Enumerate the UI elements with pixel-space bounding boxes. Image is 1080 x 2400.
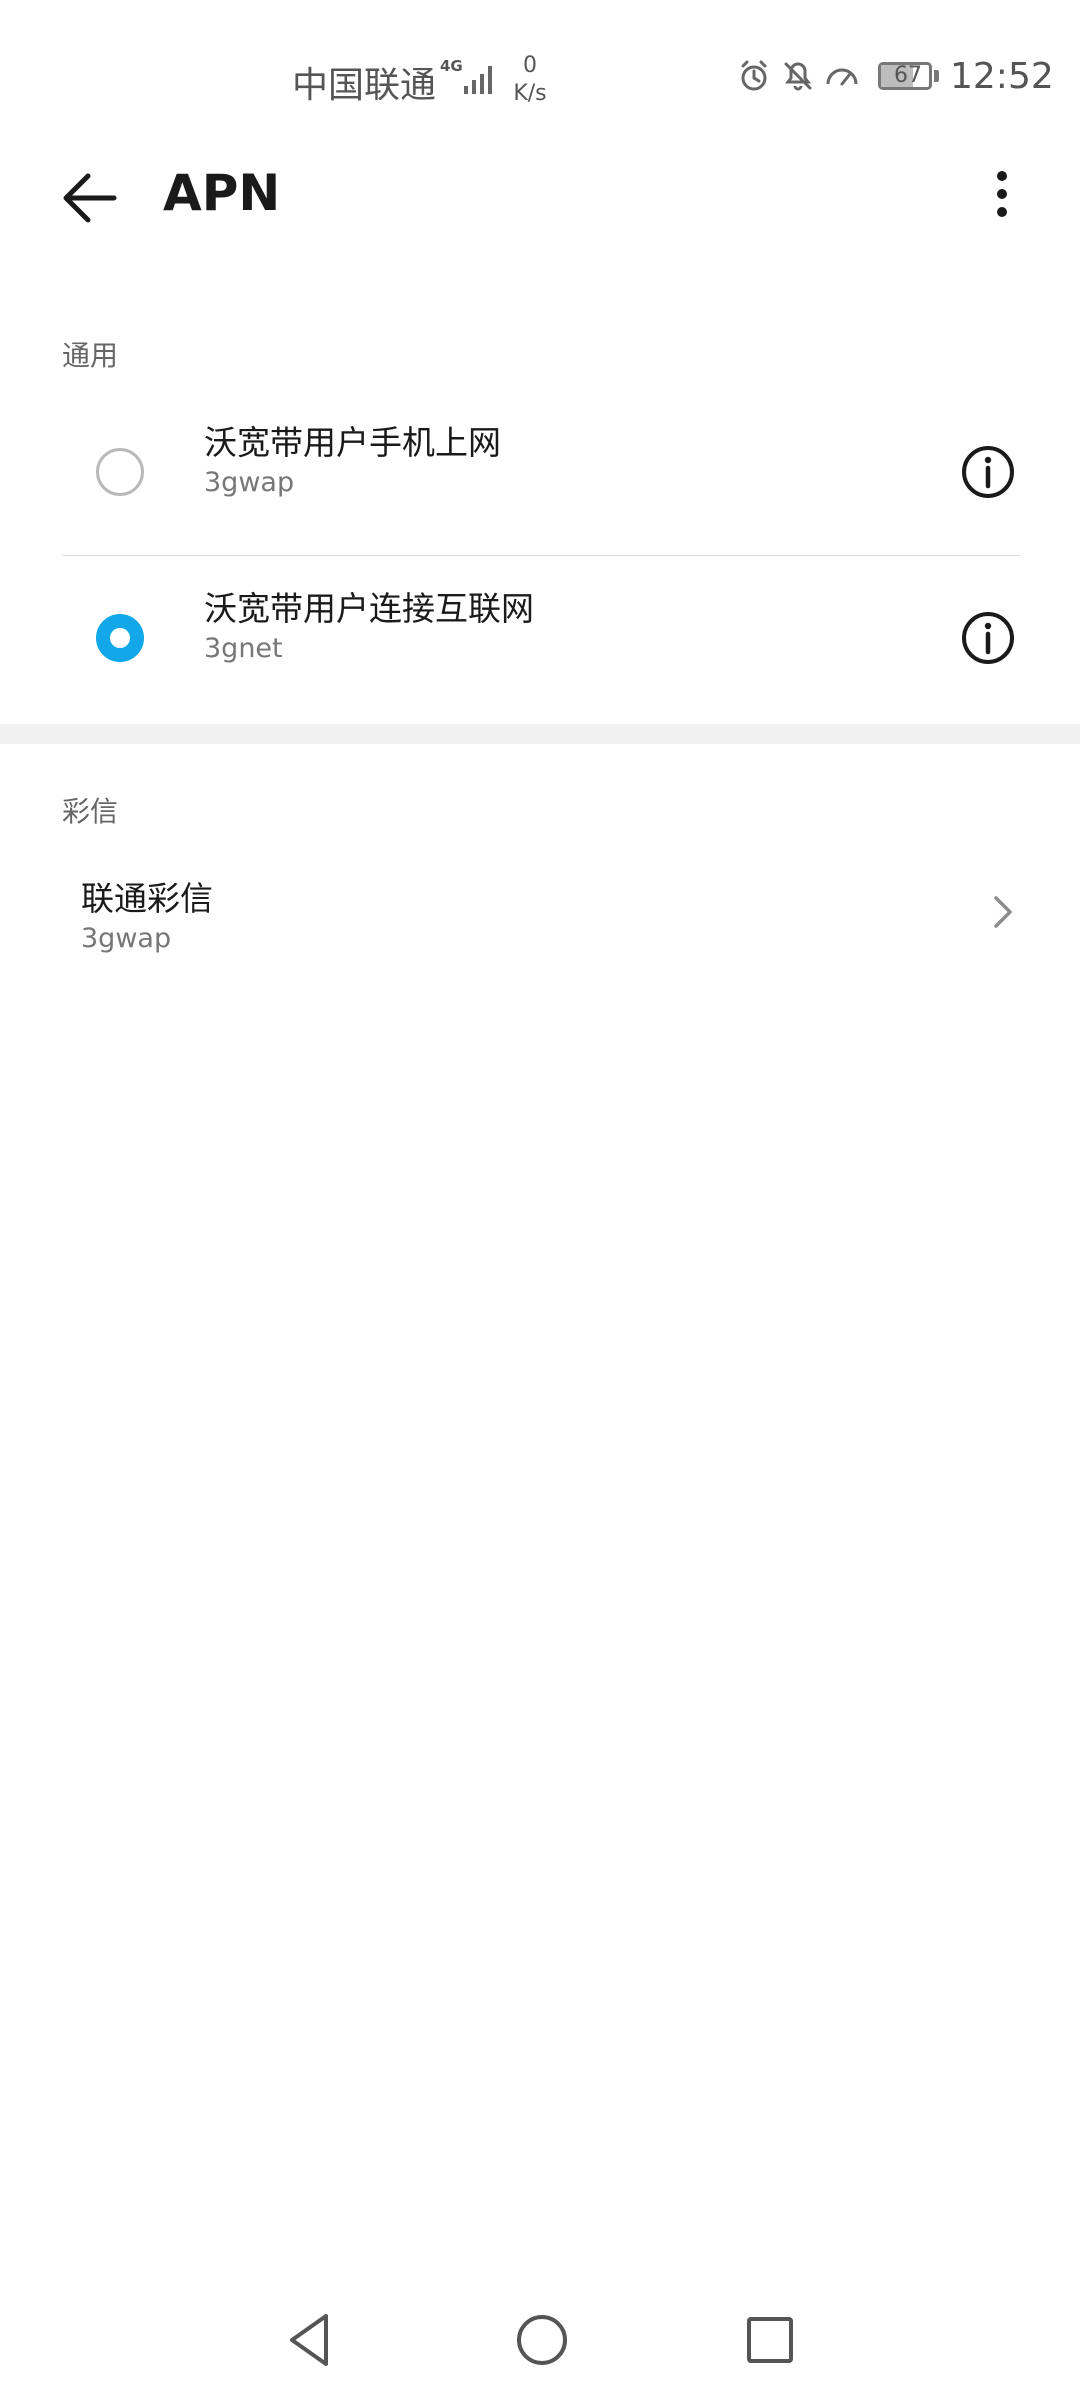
arrow-left-icon (63, 173, 117, 223)
info-button[interactable] (960, 610, 1016, 666)
signal-icon (460, 60, 500, 100)
bell-off-icon (784, 62, 812, 91)
section-label-mms: 彩信 (62, 795, 119, 828)
info-button[interactable] (960, 444, 1016, 500)
nav-recent-icon (747, 2317, 793, 2363)
alarm-icon (741, 60, 767, 91)
network-speed: 0 K/s (508, 52, 552, 108)
nav-back-icon (290, 2314, 328, 2366)
section-separator (0, 724, 1080, 744)
nav-back-button[interactable] (280, 2310, 340, 2370)
mms-title: 联通彩信 (81, 879, 213, 918)
status-icons (736, 58, 866, 98)
apn-subtitle: 3gwap (204, 467, 295, 498)
mms-subtitle: 3gwap (81, 923, 172, 954)
more-vertical-icon (997, 171, 1007, 217)
apn-title: 沃宽带用户手机上网 (204, 423, 501, 462)
nav-recent-button[interactable] (740, 2310, 800, 2370)
info-icon (962, 612, 1014, 664)
apn-item-2[interactable]: 沃宽带用户连接互联网 3gnet (0, 556, 1080, 726)
battery-tip (934, 70, 939, 82)
battery-icon: 67 (878, 62, 932, 90)
radio-button-selected[interactable] (96, 614, 144, 662)
speed-value: 0 (523, 53, 537, 78)
nav-home-icon (517, 2315, 567, 2365)
speed-unit: K/s (513, 81, 547, 106)
section-label-general: 通用 (62, 339, 119, 372)
apn-item-1[interactable]: 沃宽带用户手机上网 3gwap (0, 380, 1080, 550)
more-options-button[interactable] (970, 160, 1034, 236)
carrier-name: 中国联通 (292, 65, 437, 106)
speedometer-icon (826, 68, 858, 86)
apn-subtitle: 3gnet (204, 633, 283, 664)
nav-home-button[interactable] (512, 2310, 572, 2370)
battery-level: 67 (894, 63, 922, 88)
mms-item[interactable]: 联通彩信 3gwap (0, 850, 1080, 980)
page-title: APN (163, 164, 281, 222)
back-button[interactable] (56, 160, 132, 236)
radio-button[interactable] (96, 448, 144, 496)
apn-title: 沃宽带用户连接互联网 (204, 589, 534, 628)
info-icon (962, 446, 1014, 498)
clock: 12:52 (950, 56, 1054, 97)
chevron-right-icon (988, 892, 1018, 932)
